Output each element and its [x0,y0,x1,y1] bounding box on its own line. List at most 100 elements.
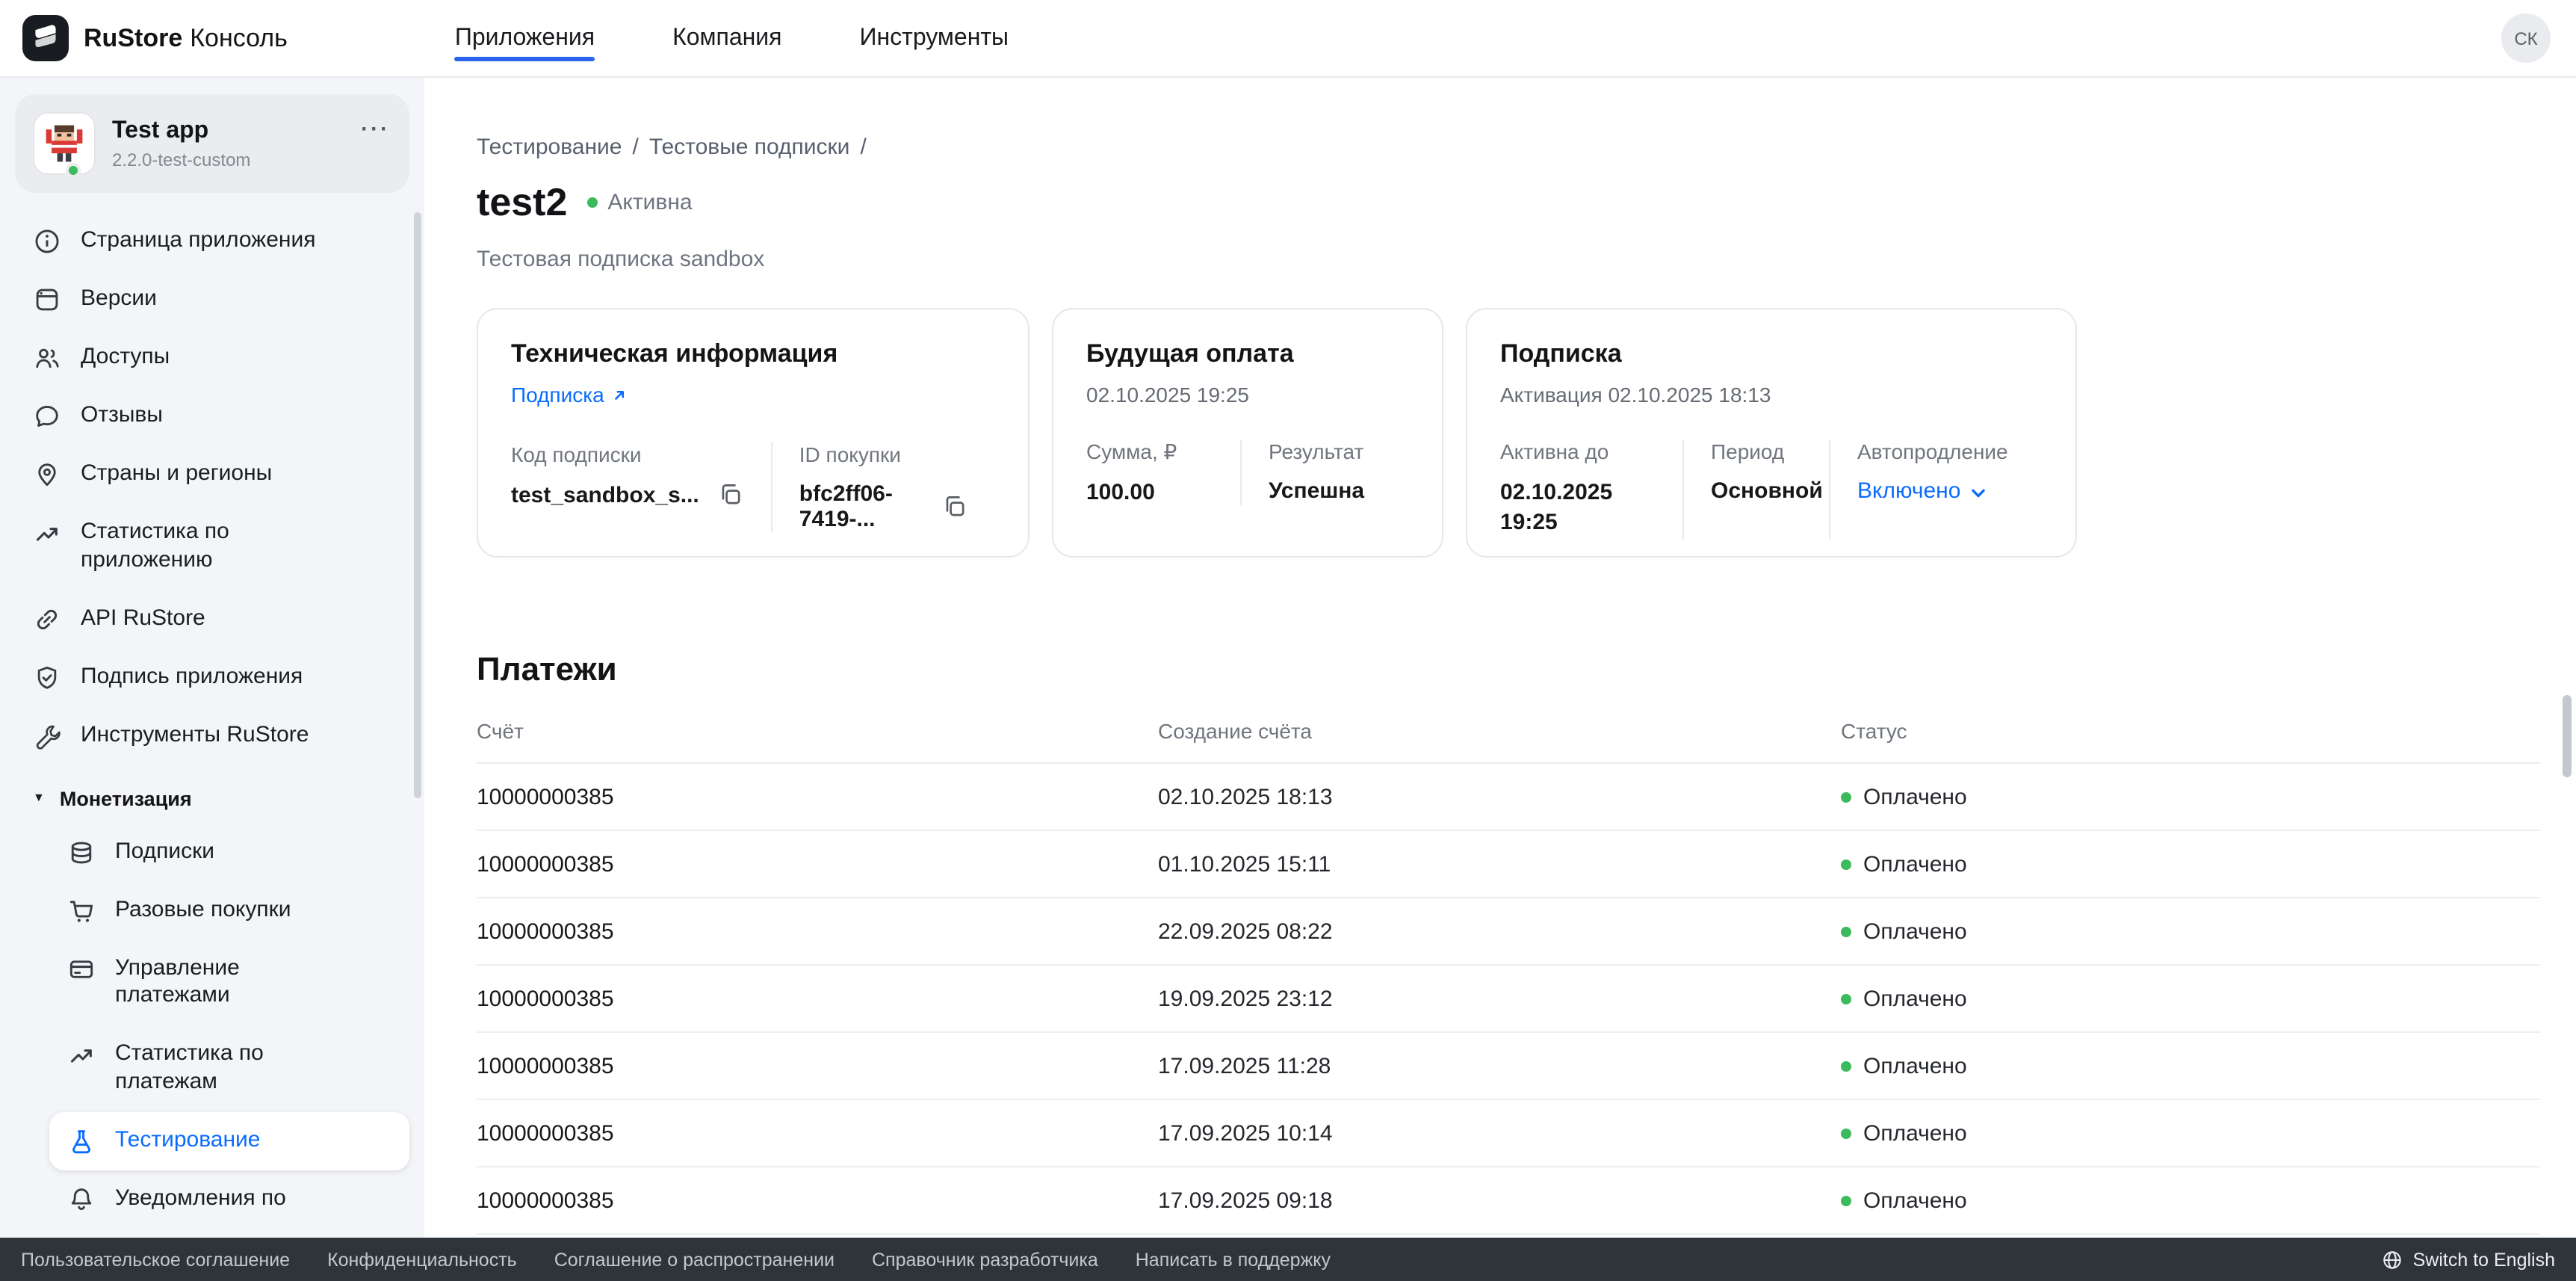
chat-icon [33,402,61,430]
payment-row: 10000000385 17.09.2025 10:14 Оплачено [477,1099,2540,1167]
card-fields: Код подписки test_sandbox_s... ID покупк… [511,442,995,532]
app-version: 2.2.0-test-custom [112,149,250,170]
col-created: Создание счёта [1158,719,1841,763]
sidebar-item-label: Отзывы [81,402,163,430]
chevron-down-icon [1969,484,1987,501]
sidebar-item-payments-management[interactable]: Управление платежами [49,939,409,1025]
created-cell: 17.09.2025 11:28 [1158,1032,1841,1099]
cart-icon [67,896,96,925]
footer-link-user-agreement[interactable]: Пользовательское соглашение [21,1249,290,1270]
sidebar-item-label: Уведомления по [115,1185,286,1213]
sidebar-item-one-time-purchases[interactable]: Разовые покупки [49,881,409,939]
status-cell: Оплачено [1841,763,2540,830]
invoice-cell: 10000000385 [477,830,1158,898]
field-value: 100.00 [1086,480,1213,505]
language-switch[interactable]: Switch to English [2382,1249,2555,1270]
sidebar-scrollbar[interactable] [414,212,421,798]
card-title: Техническая информация [511,339,995,369]
sidebar-item-label: Управление платежами [115,954,342,1010]
sidebar: Test app 2.2.0-test-custom ··· Страница … [0,78,424,1281]
sidebar-item-label: Подпись приложения [81,663,303,691]
breadcrumb: Тестирование / Тестовые подписки / [477,135,2540,160]
payments-table: Счёт Создание счёта Статус 10000000385 0… [477,719,2540,1235]
app-menu-ellipsis-icon[interactable]: ··· [361,117,390,142]
payment-row: 10000000385 19.09.2025 23:12 Оплачено [477,965,2540,1032]
field-subscription-code: Код подписки test_sandbox_s... [511,442,771,532]
footer-link-developer-guide[interactable]: Справочник разработчика [872,1249,1098,1270]
paid-dot-icon [1841,859,1851,870]
globe-icon [2382,1249,2403,1270]
sidebar-item-versions[interactable]: Версии [15,271,409,329]
sidebar-item-subscriptions[interactable]: Подписки [49,823,409,881]
card-title: Будущая оплата [1086,339,1409,369]
avatar[interactable]: СК [2501,13,2551,63]
sidebar-item-app-stats[interactable]: Статистика по приложению [15,504,409,590]
footer-link-support[interactable]: Написать в поддержку [1136,1249,1331,1270]
sidebar-item-label: Тестирование [115,1126,261,1155]
page-scrollbar[interactable] [2563,695,2572,777]
autorenewal-dropdown[interactable]: Включено [1857,478,2008,504]
page-title: test2 [477,179,567,226]
status-text: Оплачено [1863,1121,1967,1146]
brand-name: RuStore [84,23,182,52]
sidebar-section-monetization[interactable]: ▼ Монетизация [15,765,409,823]
sidebar-item-reviews[interactable]: Отзывы [15,387,409,445]
sidebar-item-testing[interactable]: Тестирование [49,1111,409,1170]
card-technical-info: Техническая информация Подписка Код подп… [477,308,1030,558]
card-subtitle: 02.10.2025 19:25 [1086,383,1409,407]
copy-icon[interactable] [717,481,744,508]
footer-link-distribution-agreement[interactable]: Соглашение о распространении [554,1249,835,1270]
col-invoice: Счёт [477,719,1158,763]
stats-icon [33,519,61,547]
sidebar-item-api-rustore[interactable]: API RuStore [15,590,409,648]
sidebar-item-label: Подписки [115,838,214,866]
created-cell: 19.09.2025 23:12 [1158,965,1841,1032]
subscription-link[interactable]: Подписка [511,383,628,407]
invoice-cell: 10000000385 [477,1099,1158,1167]
brand[interactable]: RuStore Консоль [22,15,288,61]
sidebar-item-rustore-tools[interactable]: Инструменты RuStore [15,706,409,765]
field-purchase-id: ID покупки bfc2ff06-7419-... [771,442,995,532]
stack-icon [67,838,96,866]
app-online-dot [66,163,81,178]
sidebar-item-payments-stats[interactable]: Статистика по платежам [49,1025,409,1111]
copy-icon[interactable] [941,493,968,520]
autorenewal-value: Включено [1857,478,1960,504]
brand-suffix: Консоль [190,23,288,52]
breadcrumb-separator: / [860,135,866,160]
app-card[interactable]: Test app 2.2.0-test-custom ··· [15,94,409,193]
status-cell: Оплачено [1841,1167,2540,1234]
sidebar-item-notifications[interactable]: Уведомления по [49,1170,409,1228]
flask-icon [67,1126,96,1155]
breadcrumb-separator: / [633,135,639,160]
card-icon [67,954,96,983]
created-cell: 22.09.2025 08:22 [1158,898,1841,965]
field-result: Результат Успешна [1240,439,1391,505]
triangle-down-icon: ▼ [33,790,45,803]
breadcrumb-link-test-subscriptions[interactable]: Тестовые подписки [649,135,850,160]
tab-company[interactable]: Компания [672,0,781,77]
tab-tools[interactable]: Инструменты [860,0,1009,77]
tab-applications[interactable]: Приложения [455,0,595,77]
external-link-icon [612,386,628,403]
footer-link-privacy[interactable]: Конфиденциальность [327,1249,517,1270]
field-value: Успешна [1269,478,1364,504]
field-period: Период Основной [1682,439,1829,539]
map-pin-icon [33,460,61,489]
field-label: Сумма, ₽ [1086,439,1213,465]
card-title: Подписка [1500,339,2043,369]
sidebar-item-app-page[interactable]: Страница приложения [15,212,409,271]
paid-dot-icon [1841,1196,1851,1206]
status-label: Активна [607,190,692,215]
sidebar-item-label: Страница приложения [81,227,316,256]
sidebar-item-countries[interactable]: Страны и регионы [15,445,409,504]
subscription-link-label: Подписка [511,383,604,407]
payment-row: 10000000385 17.09.2025 09:18 Оплачено [477,1167,2540,1234]
language-switch-label: Switch to English [2413,1249,2555,1270]
sidebar-item-access[interactable]: Доступы [15,329,409,387]
breadcrumb-link-testing[interactable]: Тестирование [477,135,622,160]
sidebar-item-app-signature[interactable]: Подпись приложения [15,648,409,706]
sidebar-item-label: Версии [81,285,157,314]
rustore-logo-icon [22,15,69,61]
paid-dot-icon [1841,792,1851,803]
